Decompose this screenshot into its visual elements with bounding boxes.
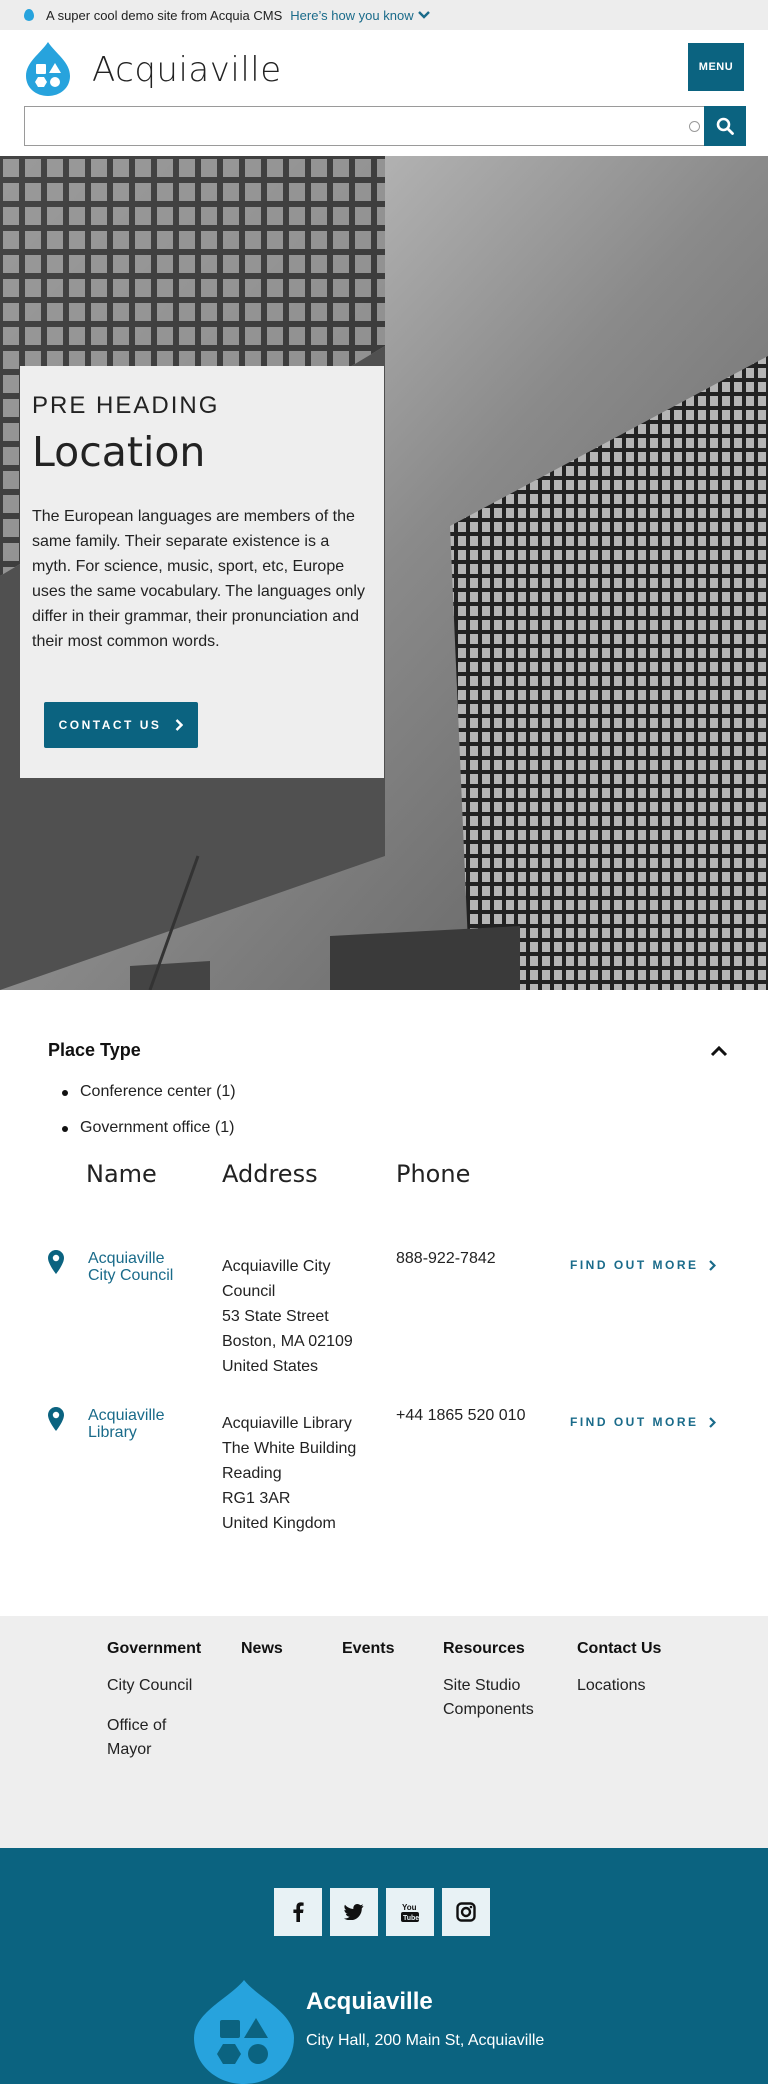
twitter-icon [344,1904,364,1920]
address-line: The White Building [222,1440,357,1457]
footer-column-government: Government City Council Office of Mayor [107,1640,201,1762]
svg-text:You: You [402,1903,417,1912]
facebook-icon [293,1902,304,1922]
map-pin-icon [48,1250,64,1274]
chevron-down-icon [417,11,430,19]
footer-address: City Hall, 200 Main St, Acquiaville [306,2032,545,2049]
chevron-up-icon [710,1045,728,1056]
footer-heading[interactable]: Resources [443,1640,534,1658]
footer-heading[interactable]: News [241,1640,283,1658]
address-line: Reading [222,1465,282,1482]
hero-banner: PRE HEADING Location The European langua… [0,156,768,990]
footer-link-office-of-mayor[interactable]: Office of Mayor [107,1714,201,1762]
column-header-address: Address [222,1160,318,1188]
footer-column-news: News [241,1640,283,1658]
instagram-link[interactable] [442,1888,490,1936]
page-title: Location [32,428,206,476]
chevron-right-icon [708,1416,716,1428]
address-line: United Kingdom [222,1515,336,1532]
facebook-link[interactable] [274,1888,322,1936]
twitter-link[interactable] [330,1888,378,1936]
instagram-icon [456,1902,476,1922]
location-name-link[interactable]: Acquiaville City Council [88,1250,188,1284]
location-name-line: Acquiaville [88,1250,165,1267]
footer-site-name: Acquiaville [306,1988,433,2015]
address-line: United States [222,1358,319,1375]
footer-column-contact-us: Contact Us Locations [577,1640,661,1698]
place-type-filter: Place Type Conference center (1) Governm… [48,1040,728,1155]
find-out-more-label: FIND OUT MORE [570,1258,699,1272]
footer-link-locations[interactable]: Locations [577,1674,661,1698]
search-button[interactable] [704,106,746,146]
drop-icon [24,9,34,21]
how-you-know-label: Here’s how you know [290,7,414,23]
site-logo[interactable] [24,40,72,98]
filter-options: Conference center (1) Government office … [48,1083,728,1137]
footer-heading[interactable]: Events [342,1640,394,1658]
site-header: Acquiaville MENU [0,30,768,146]
menu-button[interactable]: MENU [688,43,744,91]
site-name[interactable]: Acquiaville [92,50,282,90]
footer-link-line: Office of [107,1717,167,1734]
address-line: Acquiaville Library [222,1415,352,1432]
search-icon [716,117,734,135]
find-out-more-link[interactable]: FIND OUT MORE [570,1415,716,1429]
location-phone: 888-922-7842 [396,1250,496,1267]
hero-description: The European languages are members of th… [32,508,365,650]
footer-link-line: Components [443,1701,534,1718]
location-phone: +44 1865 520 010 [396,1407,526,1424]
footer-link-city-council[interactable]: City Council [107,1674,201,1698]
address-line: RG1 3AR [222,1490,291,1507]
site-footer: You Tube Acquiaville City Hall, 200 Main … [0,1848,768,2084]
location-name-line: Acquiaville [88,1407,165,1424]
contact-us-label: CONTACT US [58,718,162,732]
hero-card: PRE HEADING Location The European langua… [20,366,384,778]
address-line: Boston, MA 02109 [222,1333,353,1350]
column-header-name: Name [86,1160,157,1188]
footer-link-line: Mayor [107,1741,152,1758]
location-name-line: City Council [88,1267,174,1284]
footer-heading[interactable]: Government [107,1640,201,1658]
footer-heading[interactable]: Contact Us [577,1640,661,1658]
address-line: 53 State Street [222,1308,329,1325]
location-name-link[interactable]: Acquiaville Library [88,1407,188,1441]
footer-column-events: Events [342,1640,394,1658]
contact-us-button[interactable]: CONTACT US [44,702,198,748]
youtube-icon: You Tube [401,1903,419,1922]
footer-link-line: Site Studio [443,1677,521,1694]
filter-option[interactable]: Conference center (1) [48,1083,728,1101]
find-out-more-label: FIND OUT MORE [570,1415,699,1429]
social-links: You Tube [274,1888,490,1936]
notice-text: A super cool demo site from Acquia CMS [46,7,283,23]
find-out-more-link[interactable]: FIND OUT MORE [570,1258,716,1272]
filter-title: Place Type [48,1040,141,1060]
location-address: Acquiaville Library The White Building R… [222,1411,372,1536]
footer-link-site-studio-components[interactable]: Site Studio Components [443,1674,534,1722]
pre-heading: PRE HEADING [32,392,220,419]
search-input[interactable] [24,106,704,146]
youtube-link[interactable]: You Tube [386,1888,434,1936]
filter-toggle[interactable]: Place Type [48,1040,728,1061]
loading-indicator-icon [689,121,700,132]
column-header-phone: Phone [396,1160,471,1188]
location-address: Acquiaville City Council 53 State Street… [222,1254,372,1379]
filter-option[interactable]: Government office (1) [48,1119,728,1137]
notice-bar: A super cool demo site from Acquia CMS H… [0,0,768,30]
chevron-right-icon [176,719,184,731]
footer-navigation: Government City Council Office of Mayor … [0,1616,768,1848]
footer-column-resources: Resources Site Studio Components [443,1640,534,1722]
svg-text:Tube: Tube [403,1915,419,1922]
search-bar [24,106,746,146]
address-line: Council [222,1283,276,1300]
footer-logo [194,1980,294,2084]
map-pin-icon [48,1407,64,1431]
chevron-right-icon [708,1259,716,1271]
location-name-line: Library [88,1424,137,1441]
address-line: Acquiaville City [222,1258,331,1275]
how-you-know-link[interactable]: Here’s how you know [290,7,430,23]
